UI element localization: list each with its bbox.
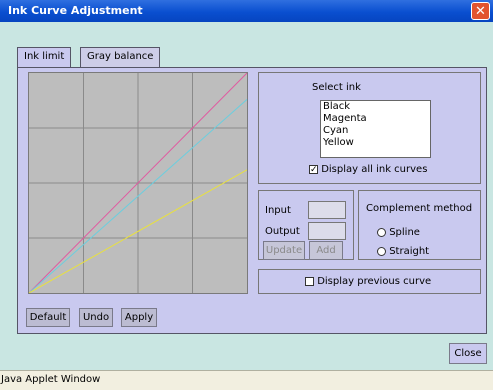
display-previous-row[interactable]: Display previous curve (305, 276, 431, 287)
ink-limit-panel: Select ink Black Magenta Cyan Yellow ✓ D… (17, 67, 487, 334)
complement-method-group: Complement method Spline Straight (358, 190, 481, 260)
curve-graph-canvas (28, 72, 248, 294)
ink-item-yellow[interactable]: Yellow (321, 137, 430, 149)
status-bar: Java Applet Window (0, 370, 493, 390)
close-window-button[interactable]: ✕ (471, 2, 490, 20)
spline-radio[interactable] (377, 227, 386, 237)
straight-option[interactable]: Straight (377, 246, 429, 257)
spline-option[interactable]: Spline (377, 227, 420, 238)
input-output-group: Input Output Update Add (258, 190, 354, 260)
update-button[interactable]: Update (263, 241, 305, 260)
select-ink-label: Select ink (312, 82, 361, 93)
display-all-curves-label: Display all ink curves (321, 164, 428, 175)
display-all-curves-checkbox[interactable]: ✓ (309, 164, 318, 174)
window-title: Ink Curve Adjustment (8, 4, 143, 17)
output-label: Output (265, 226, 300, 237)
select-ink-group: Select ink Black Magenta Cyan Yellow ✓ D… (258, 72, 481, 184)
add-button[interactable]: Add (309, 241, 343, 260)
undo-button[interactable]: Undo (79, 308, 113, 327)
status-text: Java Applet Window (1, 374, 101, 385)
input-label: Input (265, 205, 291, 216)
input-field[interactable] (308, 201, 346, 219)
ink-item-magenta[interactable]: Magenta (321, 113, 430, 125)
ink-item-cyan[interactable]: Cyan (321, 125, 430, 137)
ink-item-black[interactable]: Black (321, 101, 430, 113)
display-previous-group: Display previous curve (258, 269, 481, 294)
ink-list[interactable]: Black Magenta Cyan Yellow (320, 100, 431, 158)
default-button[interactable]: Default (26, 308, 70, 327)
complement-method-label: Complement method (366, 203, 473, 214)
output-field[interactable] (308, 222, 346, 240)
straight-radio[interactable] (377, 246, 386, 256)
title-bar: Ink Curve Adjustment ✕ (0, 0, 493, 22)
display-previous-label: Display previous curve (317, 276, 432, 287)
tab-gray-balance[interactable]: Gray balance (80, 47, 161, 67)
close-button[interactable]: Close (449, 343, 487, 364)
curve-graph[interactable] (28, 72, 248, 294)
apply-button[interactable]: Apply (121, 308, 157, 327)
display-all-curves-row[interactable]: ✓ Display all ink curves (309, 164, 427, 175)
straight-label: Straight (389, 246, 430, 257)
display-previous-checkbox[interactable] (305, 276, 314, 286)
spline-label: Spline (389, 227, 420, 238)
tab-ink-limit[interactable]: Ink limit (17, 47, 72, 67)
